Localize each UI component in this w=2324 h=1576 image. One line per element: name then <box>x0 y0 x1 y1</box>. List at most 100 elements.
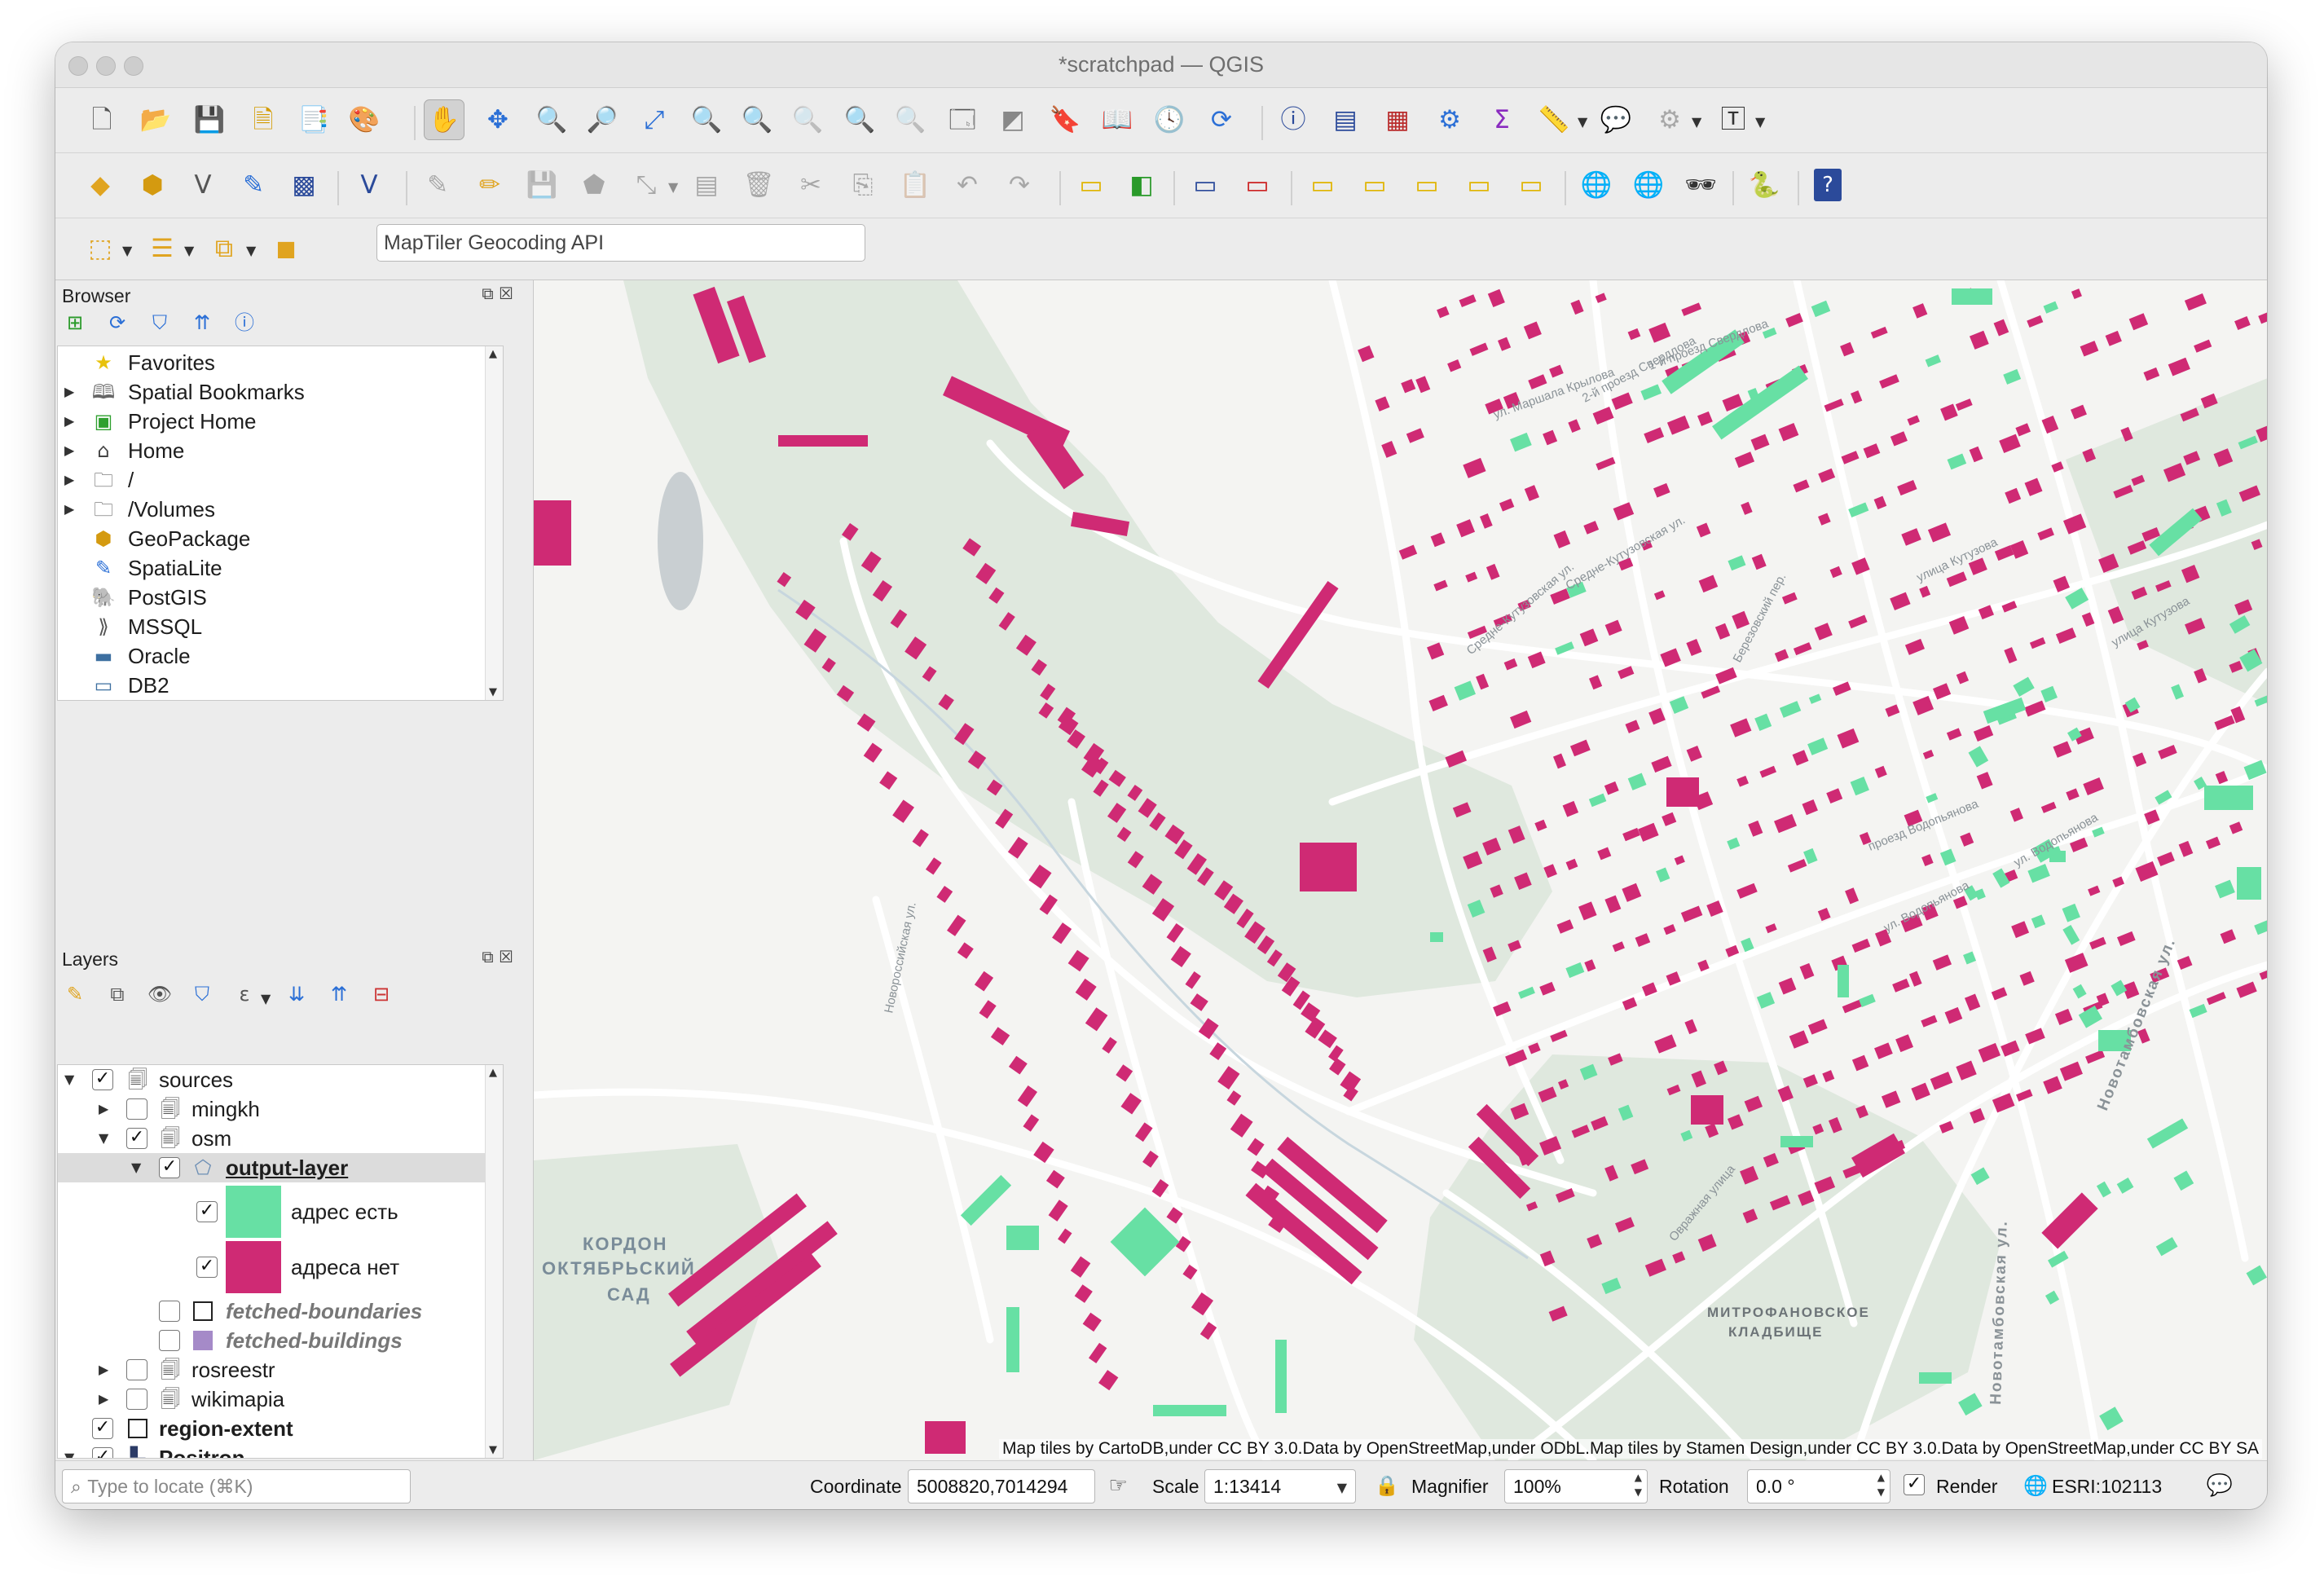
layer-visibility-checkbox[interactable] <box>159 1330 180 1351</box>
pan-to-selection-icon[interactable]: ✥ <box>478 99 518 140</box>
text-annotation-icon[interactable]: 🅃 <box>1713 99 1754 140</box>
rotate-label-icon[interactable]: ▭ <box>1406 165 1447 205</box>
layer-visibility-checkbox[interactable] <box>126 1359 147 1380</box>
layer-visibility-checkbox[interactable]: ✓ <box>126 1128 147 1149</box>
label-properties-icon[interactable]: ▭ <box>1511 165 1552 205</box>
layers-scrollbar[interactable]: ▲ ▼ <box>485 1065 503 1458</box>
scale-combo[interactable]: 1:13414 ▼ <box>1204 1469 1356 1503</box>
map-canvas[interactable]: КОРДОН ОКТЯБРЬСКИЙ САД МИТРОФАНОВСКОЕ КЛАДБИ… <box>533 280 2267 1460</box>
messages-icon[interactable]: 💬 <box>2202 1468 2238 1503</box>
rotation-up-icon[interactable]: ▲ <box>1877 1472 1885 1483</box>
layer-row[interactable]: ✓ region-extent <box>58 1414 503 1443</box>
browser-item[interactable]: ★ Favorites <box>58 348 503 377</box>
locator-search-input[interactable]: ⌕ Type to locate (⌘K) <box>62 1469 411 1503</box>
crs-globe-icon[interactable]: 🌐 <box>2021 1468 2050 1503</box>
layer-visibility-checkbox[interactable]: ✓ <box>196 1257 218 1278</box>
select-dropdown-icon[interactable]: ▼ <box>122 243 132 258</box>
collapse-arrow-icon[interactable]: ▼ <box>99 1124 108 1153</box>
layer-row[interactable]: ▼ ✓ 🗐 osm <box>58 1124 503 1153</box>
layer-visibility-checkbox[interactable]: ✓ <box>92 1447 113 1458</box>
magnifier-spinbox[interactable]: 100% ▲ ▼ <box>1504 1469 1648 1503</box>
geocoding-search-input[interactable]: MapTiler Geocoding API <box>376 224 865 262</box>
select-value-dropdown-icon[interactable]: ▼ <box>184 243 194 258</box>
expand-arrow-icon[interactable]: ▶ <box>64 495 74 524</box>
help-icon[interactable]: ? <box>1807 165 1848 205</box>
new-geopackage-layer-icon[interactable]: ⬢ <box>132 165 173 205</box>
remove-layer-icon[interactable]: ⊟ <box>365 978 398 1010</box>
copy-features-icon[interactable]: ⎘ <box>843 165 883 205</box>
open-attribute-table-icon[interactable]: ▤ <box>1325 99 1366 140</box>
collapse-arrow-icon[interactable]: ▼ <box>64 1443 74 1458</box>
cut-features-icon[interactable]: ✂ <box>790 165 831 205</box>
manage-map-themes-icon[interactable]: 👁 <box>143 978 176 1010</box>
layer-visibility-checkbox[interactable] <box>126 1098 147 1120</box>
new-map-view-icon[interactable]: 🗔 <box>942 99 983 140</box>
browser-item[interactable]: ▭ DB2 <box>58 671 503 700</box>
python-console-icon[interactable]: 🐍 <box>1744 165 1785 205</box>
magnifier-up-icon[interactable]: ▲ <box>1635 1472 1642 1483</box>
new-spatialite-layer-icon[interactable]: ✎ <box>233 165 274 205</box>
magnifier-down-icon[interactable]: ▼ <box>1635 1486 1642 1498</box>
show-bookmarks-icon[interactable]: 📖 <box>1097 99 1138 140</box>
data-source-manager-icon[interactable]: ◆ <box>80 165 121 205</box>
vertex-dropdown-icon[interactable]: ▼ <box>668 179 678 195</box>
move-label-icon[interactable]: ▭ <box>1354 165 1395 205</box>
filter-expression-icon[interactable]: ε <box>228 978 261 1010</box>
add-vector-layer-icon[interactable]: V <box>183 165 223 205</box>
add-feature-icon[interactable]: ⬟ <box>574 165 614 205</box>
collapse-arrow-icon[interactable]: ▼ <box>131 1153 141 1182</box>
layer-visibility-checkbox[interactable]: ✓ <box>92 1418 113 1439</box>
change-label-icon[interactable]: ▭ <box>1459 165 1499 205</box>
map-svg[interactable]: КОРДОН ОКТЯБРЬСКИЙ САД МИТРОФАНОВСКОЕ КЛАДБИ… <box>534 280 2267 1460</box>
digitize-dropdown-icon[interactable]: ▼ <box>1692 114 1701 130</box>
legend-class-row[interactable]: ✓ адреса нет <box>58 1239 503 1295</box>
layer-row[interactable]: ▼ ✓ 🗐 sources <box>58 1065 503 1094</box>
measure-dropdown-icon[interactable]: ▼ <box>1578 114 1587 130</box>
layer-visibility-checkbox[interactable]: ✓ <box>159 1157 180 1178</box>
layer-row[interactable]: fetched-boundaries <box>58 1296 503 1326</box>
filter-browser-icon[interactable]: ⛉ <box>143 306 176 339</box>
expand-all-icon[interactable]: ⇊ <box>280 978 313 1010</box>
zoom-to-selection-icon[interactable]: 🔍 <box>686 99 727 140</box>
current-edits-icon[interactable]: ✎ <box>417 165 458 205</box>
layer-row[interactable]: ▼ ✓ ⬠ output-layer <box>58 1153 503 1182</box>
layer-visibility-checkbox[interactable]: ✓ <box>196 1201 218 1222</box>
zoom-to-layer-icon[interactable]: 🔍 <box>737 99 777 140</box>
legend-class-row[interactable]: ✓ адрес есть <box>58 1184 503 1239</box>
save-project-icon[interactable]: 💾 <box>189 99 230 140</box>
zoom-last-icon[interactable]: 🔍 <box>839 99 880 140</box>
redo-icon[interactable]: ↷ <box>999 165 1040 205</box>
refresh-icon[interactable]: ⟳ <box>1201 99 1242 140</box>
expand-arrow-icon[interactable]: ▶ <box>99 1355 108 1385</box>
map-tips-icon[interactable]: 💬 <box>1596 99 1636 140</box>
layout-manager-icon[interactable]: 📑 <box>293 99 334 140</box>
properties-icon[interactable]: ⓘ <box>228 306 261 339</box>
pin-labels-icon[interactable]: ▭ <box>1237 165 1278 205</box>
statistical-summary-icon[interactable]: Σ <box>1481 99 1522 140</box>
expand-arrow-icon[interactable]: ▶ <box>64 407 74 436</box>
temporal-controller-icon[interactable]: 🕓 <box>1149 99 1190 140</box>
vertex-tool-icon[interactable]: ⤡ <box>626 165 667 205</box>
digitize-settings-icon[interactable]: ⚙ <box>1649 99 1690 140</box>
expand-arrow-icon[interactable]: ▶ <box>99 1094 108 1124</box>
add-virtual-layer-icon[interactable]: V <box>349 165 390 205</box>
layer-row[interactable]: fetched-buildings <box>58 1326 503 1355</box>
deselect-features-icon[interactable]: ⧉ <box>204 228 244 269</box>
layer-visibility-checkbox[interactable]: ✓ <box>92 1069 113 1090</box>
layers-panel-float-close[interactable]: ⧉ ☒ <box>482 947 513 966</box>
add-selected-layers-icon[interactable]: ⊞ <box>59 306 91 339</box>
browser-item[interactable]: ⟫ MSSQL <box>58 612 503 641</box>
select-by-location-icon[interactable]: ◼ <box>266 228 306 269</box>
layer-row[interactable]: ▶ 🗐 wikimapia <box>58 1385 503 1414</box>
browser-item[interactable]: ▬ Oracle <box>58 641 503 671</box>
filter-legend-icon[interactable]: ⛉ <box>186 978 218 1010</box>
layer-visibility-checkbox[interactable] <box>159 1301 180 1322</box>
processing-toolbox-icon[interactable]: ⚙ <box>1429 99 1470 140</box>
highlight-pinned-labels-icon[interactable]: ▭ <box>1185 165 1226 205</box>
scale-dropdown-icon[interactable]: ▼ <box>1337 1480 1347 1495</box>
layer-row[interactable]: ▶ 🗐 mingkh <box>58 1094 503 1124</box>
expand-arrow-icon[interactable]: ▶ <box>64 465 74 495</box>
osm-downloader-icon[interactable]: 🕶 <box>1680 165 1721 205</box>
new-project-icon[interactable]: 🗋 <box>81 99 122 140</box>
save-edits-icon[interactable]: 💾 <box>522 165 562 205</box>
